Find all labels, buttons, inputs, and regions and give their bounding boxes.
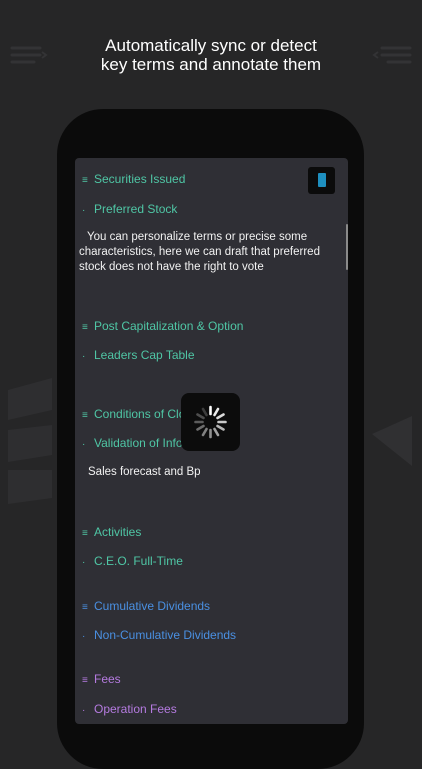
list-lines-icon: ≡ [82, 410, 88, 421]
headline-line-1: Automatically sync or detect [105, 36, 317, 55]
loading-overlay [181, 393, 240, 451]
headline-line-2: key terms and annotate them [100, 55, 322, 74]
section-activities[interactable]: ≡ Activities [82, 525, 141, 539]
decorative-arrow-right [372, 416, 412, 466]
list-lines-icon: ≡ [82, 175, 88, 186]
section-cumulative-dividends[interactable]: ≡ Cumulative Dividends [82, 599, 210, 613]
term-operation-fees[interactable]: · Operation Fees [82, 702, 177, 716]
document-content: ≡ Securities Issued · Preferred Stock You … [75, 158, 348, 724]
section-post-capitalization[interactable]: ≡ Post Capitalization & Option [82, 319, 243, 333]
annotation-note: You can personalize terms or precise som… [79, 231, 320, 273]
list-lines-icon: ≡ [82, 528, 88, 539]
phone-thumbnail-icon [318, 173, 326, 187]
section-securities-issued[interactable]: ≡ Securities Issued [82, 172, 185, 186]
headline: Automatically sync or detect key terms a… [0, 36, 422, 74]
bullet-icon: · [82, 205, 86, 216]
scrollbar[interactable] [346, 224, 348, 270]
list-lines-icon: ≡ [82, 602, 88, 613]
annotation-note-2: Sales forecast and Bp [88, 466, 201, 478]
bullet-icon: · [82, 351, 86, 362]
term-preferred-stock[interactable]: · Preferred Stock [82, 202, 177, 216]
bullet-icon: · [82, 439, 86, 450]
list-lines-icon: ≡ [82, 322, 88, 333]
term-validation-of-info[interactable]: · Validation of Info [82, 436, 183, 450]
bullet-icon: · [82, 705, 86, 716]
list-lines-icon: ≡ [82, 675, 88, 686]
loading-spinner-icon [194, 405, 227, 439]
document-thumbnail-button[interactable] [308, 167, 335, 194]
bullet-icon: · [82, 631, 86, 642]
decorative-shape-left [8, 378, 52, 504]
document-screen: ≡ Securities Issued · Preferred Stock You … [75, 158, 348, 724]
section-fees[interactable]: ≡ Fees [82, 672, 121, 686]
term-non-cumulative-dividends[interactable]: · Non-Cumulative Dividends [82, 628, 236, 642]
section-conditions-of-closing[interactable]: ≡ Conditions of Clo [82, 407, 185, 421]
bullet-icon: · [82, 557, 86, 568]
term-leaders-cap-table[interactable]: · Leaders Cap Table [82, 348, 195, 362]
term-ceo-full-time[interactable]: · C.E.O. Full-Time [82, 554, 183, 568]
